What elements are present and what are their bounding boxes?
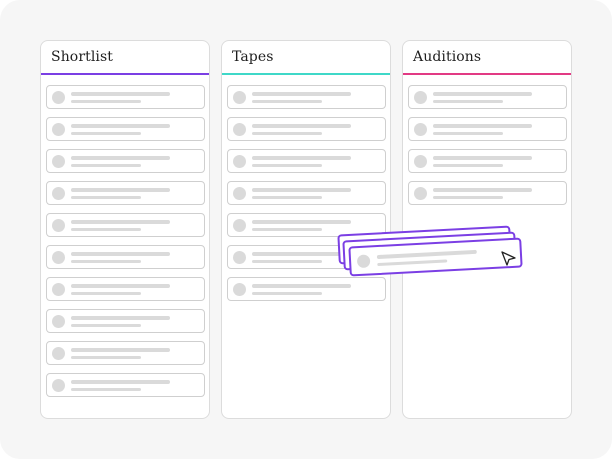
text-placeholder xyxy=(252,292,322,295)
column-tapes: Tapes xyxy=(221,40,391,419)
candidate-card[interactable] xyxy=(227,149,386,173)
text-placeholder xyxy=(252,132,322,135)
text-placeholder xyxy=(252,164,322,167)
candidate-card[interactable] xyxy=(227,245,386,269)
avatar-placeholder xyxy=(52,187,65,200)
candidate-card[interactable] xyxy=(46,149,205,173)
avatar-placeholder xyxy=(52,219,65,232)
avatar-placeholder xyxy=(233,91,246,104)
avatar-placeholder xyxy=(52,283,65,296)
text-placeholder xyxy=(71,260,141,263)
text-placeholder xyxy=(71,188,170,192)
text-placeholder xyxy=(71,132,141,135)
text-placeholder xyxy=(252,260,322,263)
column-shortlist: Shortlist xyxy=(40,40,210,419)
candidate-card[interactable] xyxy=(408,117,567,141)
column-title-shortlist: Shortlist xyxy=(41,41,209,75)
candidate-card[interactable] xyxy=(227,181,386,205)
candidate-card[interactable] xyxy=(46,213,205,237)
text-placeholder xyxy=(252,156,351,160)
avatar-placeholder xyxy=(233,283,246,296)
text-placeholder xyxy=(252,228,322,231)
avatar-placeholder xyxy=(233,219,246,232)
text-placeholder xyxy=(433,188,532,192)
text-placeholder xyxy=(252,284,351,288)
text-placeholder xyxy=(433,124,532,128)
text-placeholder xyxy=(71,348,170,352)
candidate-card[interactable] xyxy=(46,85,205,109)
candidate-card[interactable] xyxy=(46,277,205,301)
avatar-placeholder xyxy=(52,347,65,360)
avatar-placeholder xyxy=(414,123,427,136)
candidate-card[interactable] xyxy=(46,245,205,269)
text-placeholder xyxy=(433,196,503,199)
avatar-placeholder xyxy=(52,379,65,392)
text-placeholder xyxy=(433,100,503,103)
text-placeholder xyxy=(71,100,141,103)
candidate-card[interactable] xyxy=(46,309,205,333)
text-placeholder xyxy=(433,92,532,96)
column-title-tapes: Tapes xyxy=(222,41,390,75)
candidate-card[interactable] xyxy=(408,181,567,205)
text-placeholder xyxy=(71,124,170,128)
avatar-placeholder xyxy=(52,315,65,328)
avatar-placeholder xyxy=(233,251,246,264)
avatar-placeholder xyxy=(233,155,246,168)
text-placeholder xyxy=(433,132,503,135)
avatar-placeholder xyxy=(414,155,427,168)
text-placeholder xyxy=(71,284,170,288)
text-placeholder xyxy=(71,252,170,256)
text-placeholder xyxy=(252,124,351,128)
text-placeholder xyxy=(252,100,322,103)
avatar-placeholder xyxy=(52,91,65,104)
column-auditions: Auditions xyxy=(402,40,572,419)
text-placeholder xyxy=(252,188,351,192)
candidate-card[interactable] xyxy=(227,277,386,301)
avatar-placeholder xyxy=(414,187,427,200)
text-placeholder xyxy=(71,156,170,160)
avatar-placeholder xyxy=(233,123,246,136)
candidate-card[interactable] xyxy=(227,85,386,109)
avatar-placeholder xyxy=(52,251,65,264)
text-placeholder xyxy=(71,316,170,320)
avatar-placeholder xyxy=(52,155,65,168)
text-placeholder xyxy=(71,380,170,384)
text-placeholder xyxy=(71,92,170,96)
text-placeholder xyxy=(252,220,351,224)
text-placeholder xyxy=(71,164,141,167)
column-title-auditions: Auditions xyxy=(403,41,571,75)
text-placeholder xyxy=(71,228,141,231)
candidate-card[interactable] xyxy=(46,117,205,141)
board-canvas: Shortlist Tapes Auditions xyxy=(0,0,612,459)
candidate-card[interactable] xyxy=(408,85,567,109)
text-placeholder xyxy=(252,92,351,96)
text-placeholder xyxy=(433,156,532,160)
text-placeholder xyxy=(252,196,322,199)
text-placeholder xyxy=(71,356,141,359)
candidate-card[interactable] xyxy=(46,373,205,397)
candidate-card[interactable] xyxy=(46,181,205,205)
candidate-card[interactable] xyxy=(408,149,567,173)
text-placeholder xyxy=(71,324,141,327)
candidate-card[interactable] xyxy=(46,341,205,365)
text-placeholder xyxy=(71,388,141,391)
text-placeholder xyxy=(252,252,351,256)
avatar-placeholder xyxy=(52,123,65,136)
text-placeholder xyxy=(433,164,503,167)
avatar-placeholder xyxy=(233,187,246,200)
candidate-card[interactable] xyxy=(227,213,386,237)
avatar-placeholder xyxy=(414,91,427,104)
text-placeholder xyxy=(71,196,141,199)
text-placeholder xyxy=(71,220,170,224)
candidate-card[interactable] xyxy=(227,117,386,141)
text-placeholder xyxy=(71,292,141,295)
